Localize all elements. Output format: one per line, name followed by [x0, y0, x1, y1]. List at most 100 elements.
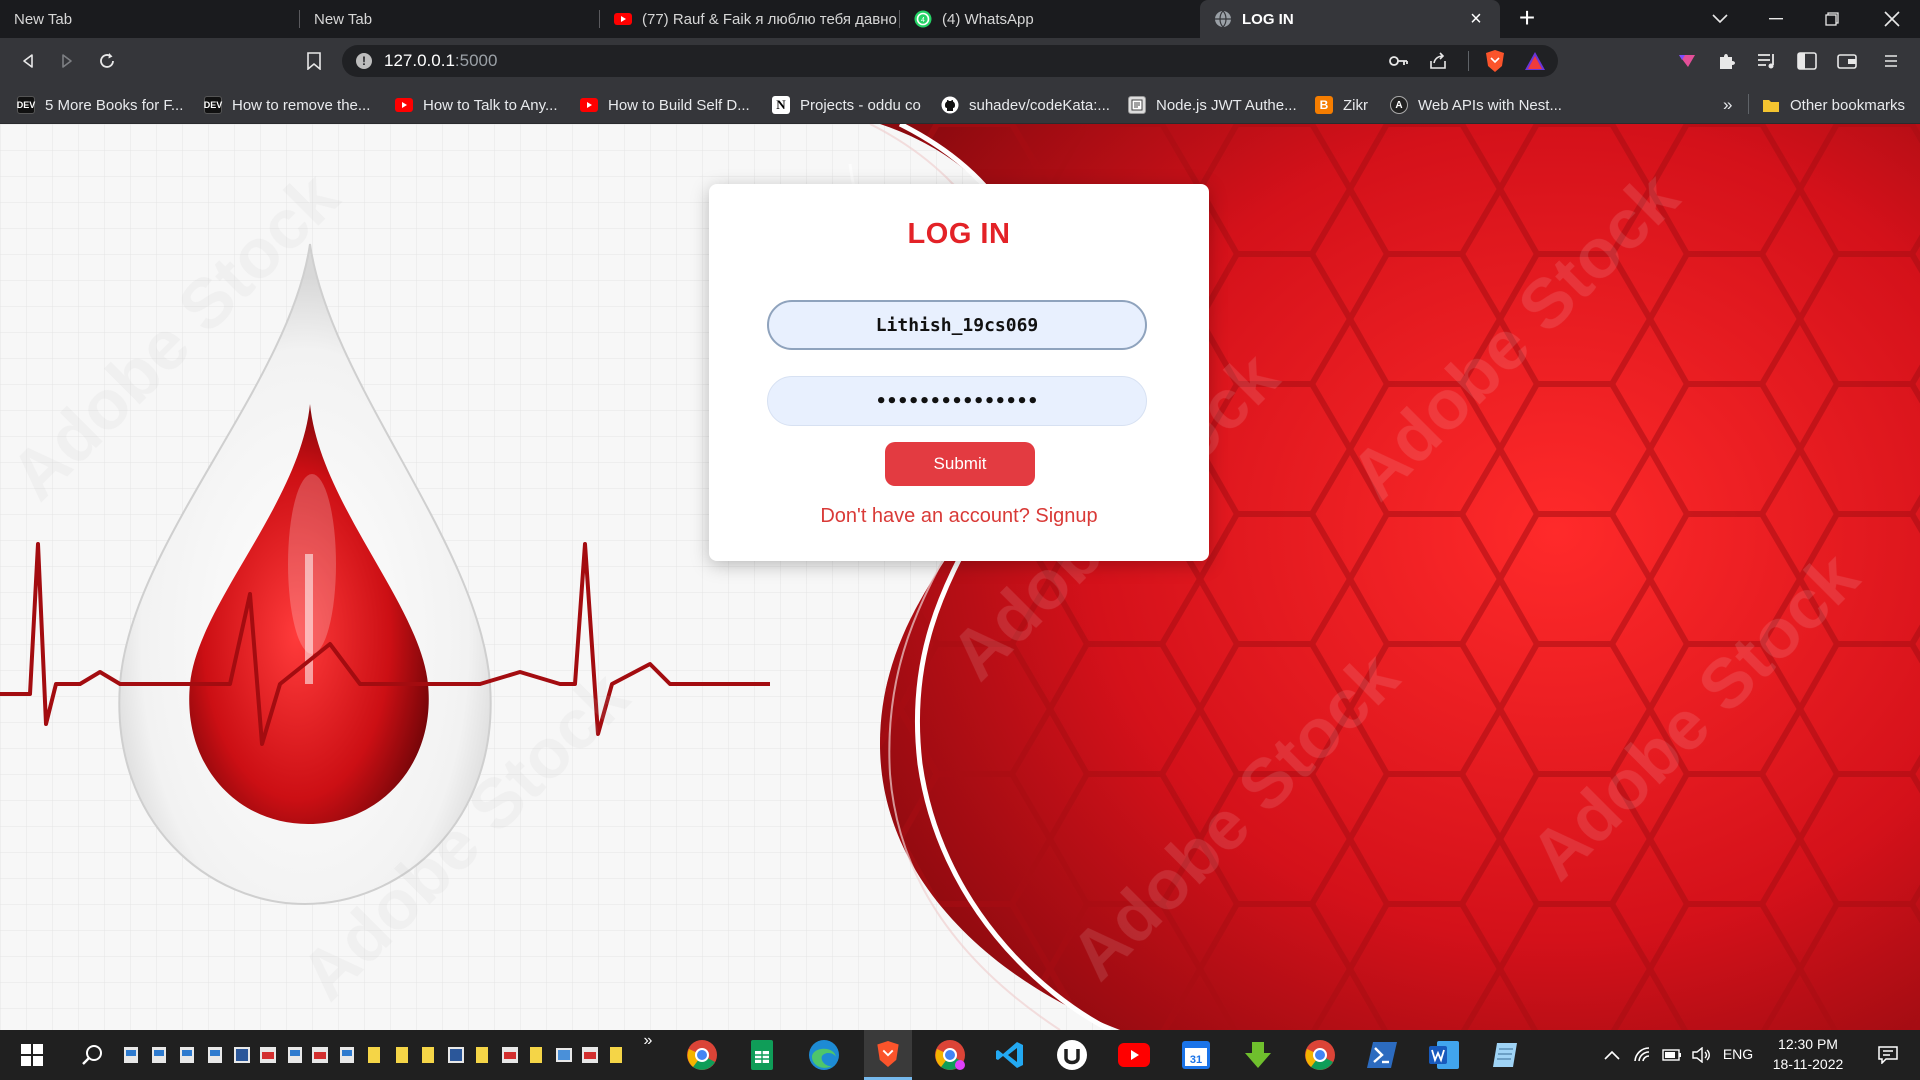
bookmark-item[interactable]: suhadev/codeKata:... [941, 94, 1110, 116]
close-tab-icon[interactable]: × [1466, 9, 1486, 29]
tray-chevron-up-icon[interactable] [1600, 1030, 1624, 1080]
close-window-icon[interactable] [1864, 0, 1920, 38]
playlist-icon[interactable] [1752, 46, 1782, 76]
pdf-file-icon[interactable] [502, 1030, 518, 1080]
file-icon[interactable] [152, 1030, 166, 1080]
file-icon[interactable] [288, 1030, 302, 1080]
puzzle-icon[interactable] [1712, 46, 1742, 76]
bookmark-item[interactable]: How to Talk to Any... [395, 94, 558, 116]
reload-icon[interactable] [92, 46, 122, 76]
tab-login-active[interactable]: LOG IN × [1200, 0, 1500, 38]
brave-rewards-icon[interactable] [1524, 51, 1546, 76]
submit-button[interactable]: Submit [885, 442, 1035, 486]
tab-new-tab-1[interactable]: New Tab [0, 0, 300, 38]
clock-date[interactable]: 18-11-2022 [1762, 1056, 1854, 1072]
other-bookmarks-folder[interactable]: Other bookmarks [1762, 94, 1905, 116]
chrome-icon[interactable] [682, 1030, 722, 1080]
youtube-icon [614, 13, 632, 25]
youtube-icon [580, 96, 598, 114]
notepad-icon[interactable] [1486, 1030, 1526, 1080]
url-text: 127.0.0.1:5000 [384, 51, 498, 70]
brave-shields-icon[interactable] [1484, 49, 1506, 78]
powershell-icon[interactable] [1362, 1030, 1402, 1080]
back-icon[interactable] [13, 46, 43, 76]
volume-icon[interactable] [1690, 1030, 1714, 1080]
github-icon [941, 96, 959, 114]
bookmark-item[interactable]: How to Build Self D... [580, 94, 750, 116]
note-file-icon[interactable] [422, 1030, 434, 1080]
globe-icon [1215, 10, 1231, 28]
bookmark-item[interactable]: DEV 5 More Books for F... [17, 94, 183, 116]
pdf-file-icon[interactable] [312, 1030, 328, 1080]
calendar-icon[interactable]: 31 [1176, 1030, 1216, 1080]
wallet-icon[interactable] [1832, 46, 1862, 76]
file-icon[interactable] [208, 1030, 222, 1080]
windows-start-icon[interactable] [14, 1030, 50, 1080]
note-file-icon[interactable] [530, 1030, 542, 1080]
youtube-icon [395, 96, 413, 114]
search-icon[interactable] [74, 1030, 110, 1080]
tab-title: New Tab [314, 10, 373, 28]
note-file-icon[interactable] [368, 1030, 380, 1080]
tab-new-tab-2[interactable]: New Tab [300, 0, 600, 38]
extension-icon[interactable] [1672, 46, 1702, 76]
bookmark-item[interactable]: B Zikr [1315, 94, 1368, 116]
edge-icon[interactable] [804, 1030, 844, 1080]
restore-icon[interactable] [1804, 0, 1860, 38]
image-file-icon[interactable] [556, 1030, 572, 1080]
udemy-icon[interactable] [1052, 1030, 1092, 1080]
bookmark-icon[interactable] [299, 46, 329, 76]
notion-icon: N [772, 96, 790, 114]
notifications-icon[interactable] [1868, 1030, 1908, 1080]
forward-icon[interactable] [52, 46, 82, 76]
minimize-icon[interactable] [1748, 0, 1804, 38]
chrome-profile-icon[interactable] [930, 1030, 970, 1080]
tab-whatsapp[interactable]: 4 (4) WhatsApp [900, 0, 1200, 38]
bookmark-item[interactable]: A Web APIs with Nest... [1390, 94, 1562, 116]
chrome-alt-icon[interactable] [1300, 1030, 1340, 1080]
battery-icon[interactable] [1660, 1030, 1684, 1080]
brave-taskbar-icon[interactable] [864, 1030, 912, 1080]
file-icon[interactable] [180, 1030, 194, 1080]
tab-search-icon[interactable] [1692, 0, 1748, 38]
youtube-app-icon[interactable] [1114, 1030, 1154, 1080]
username-input[interactable] [767, 300, 1147, 350]
bookmark-item[interactable]: DEV How to remove the... [204, 94, 370, 116]
dev-icon: DEV [204, 96, 222, 114]
note-file-icon[interactable] [396, 1030, 408, 1080]
new-tab-button[interactable]: + [1512, 4, 1542, 34]
vscode-icon[interactable] [990, 1030, 1030, 1080]
svg-text:31: 31 [1190, 1054, 1202, 1066]
pdf-file-icon[interactable] [582, 1030, 598, 1080]
clock-time[interactable]: 12:30 PM [1762, 1036, 1854, 1052]
site-info-icon[interactable]: ! [356, 53, 372, 69]
file-icon[interactable] [124, 1030, 138, 1080]
word-file-icon[interactable] [234, 1030, 250, 1080]
sheets-icon[interactable] [742, 1030, 782, 1080]
address-bar[interactable]: ! 127.0.0.1:5000 [342, 45, 1558, 77]
bookmarks-overflow-button[interactable]: » [1723, 94, 1732, 116]
note-file-icon[interactable] [610, 1030, 622, 1080]
signup-link[interactable]: Don't have an account? Signup [709, 505, 1209, 528]
bookmark-item[interactable]: Node.js JWT Authe... [1128, 94, 1297, 116]
download-manager-icon[interactable] [1238, 1030, 1278, 1080]
key-icon[interactable] [1388, 52, 1408, 75]
wifi-icon[interactable] [1630, 1030, 1654, 1080]
file-icon[interactable] [340, 1030, 354, 1080]
tab-title: LOG IN [1242, 10, 1294, 28]
browser-toolbar: ! 127.0.0.1:5000 [0, 38, 1920, 84]
word-app-icon[interactable] [1424, 1030, 1464, 1080]
bookmark-item[interactable]: N Projects - oddu co [772, 94, 921, 116]
windows-taskbar: » 31 ENG 12:30 PM 18-11-2022 [0, 1030, 1920, 1080]
share-icon[interactable] [1428, 51, 1448, 76]
language-indicator[interactable]: ENG [1720, 1046, 1756, 1062]
note-file-icon[interactable] [476, 1030, 488, 1080]
sidebar-icon[interactable] [1792, 46, 1822, 76]
tab-youtube[interactable]: (77) Rauf & Faik я люблю тебя давно [600, 0, 900, 38]
word-file-icon[interactable] [448, 1030, 464, 1080]
password-input[interactable] [767, 376, 1147, 426]
taskbar-overflow-button[interactable]: » [640, 1030, 656, 1052]
pdf-file-icon[interactable] [260, 1030, 276, 1080]
login-title: LOG IN [907, 218, 1011, 250]
menu-icon[interactable] [1876, 46, 1906, 76]
